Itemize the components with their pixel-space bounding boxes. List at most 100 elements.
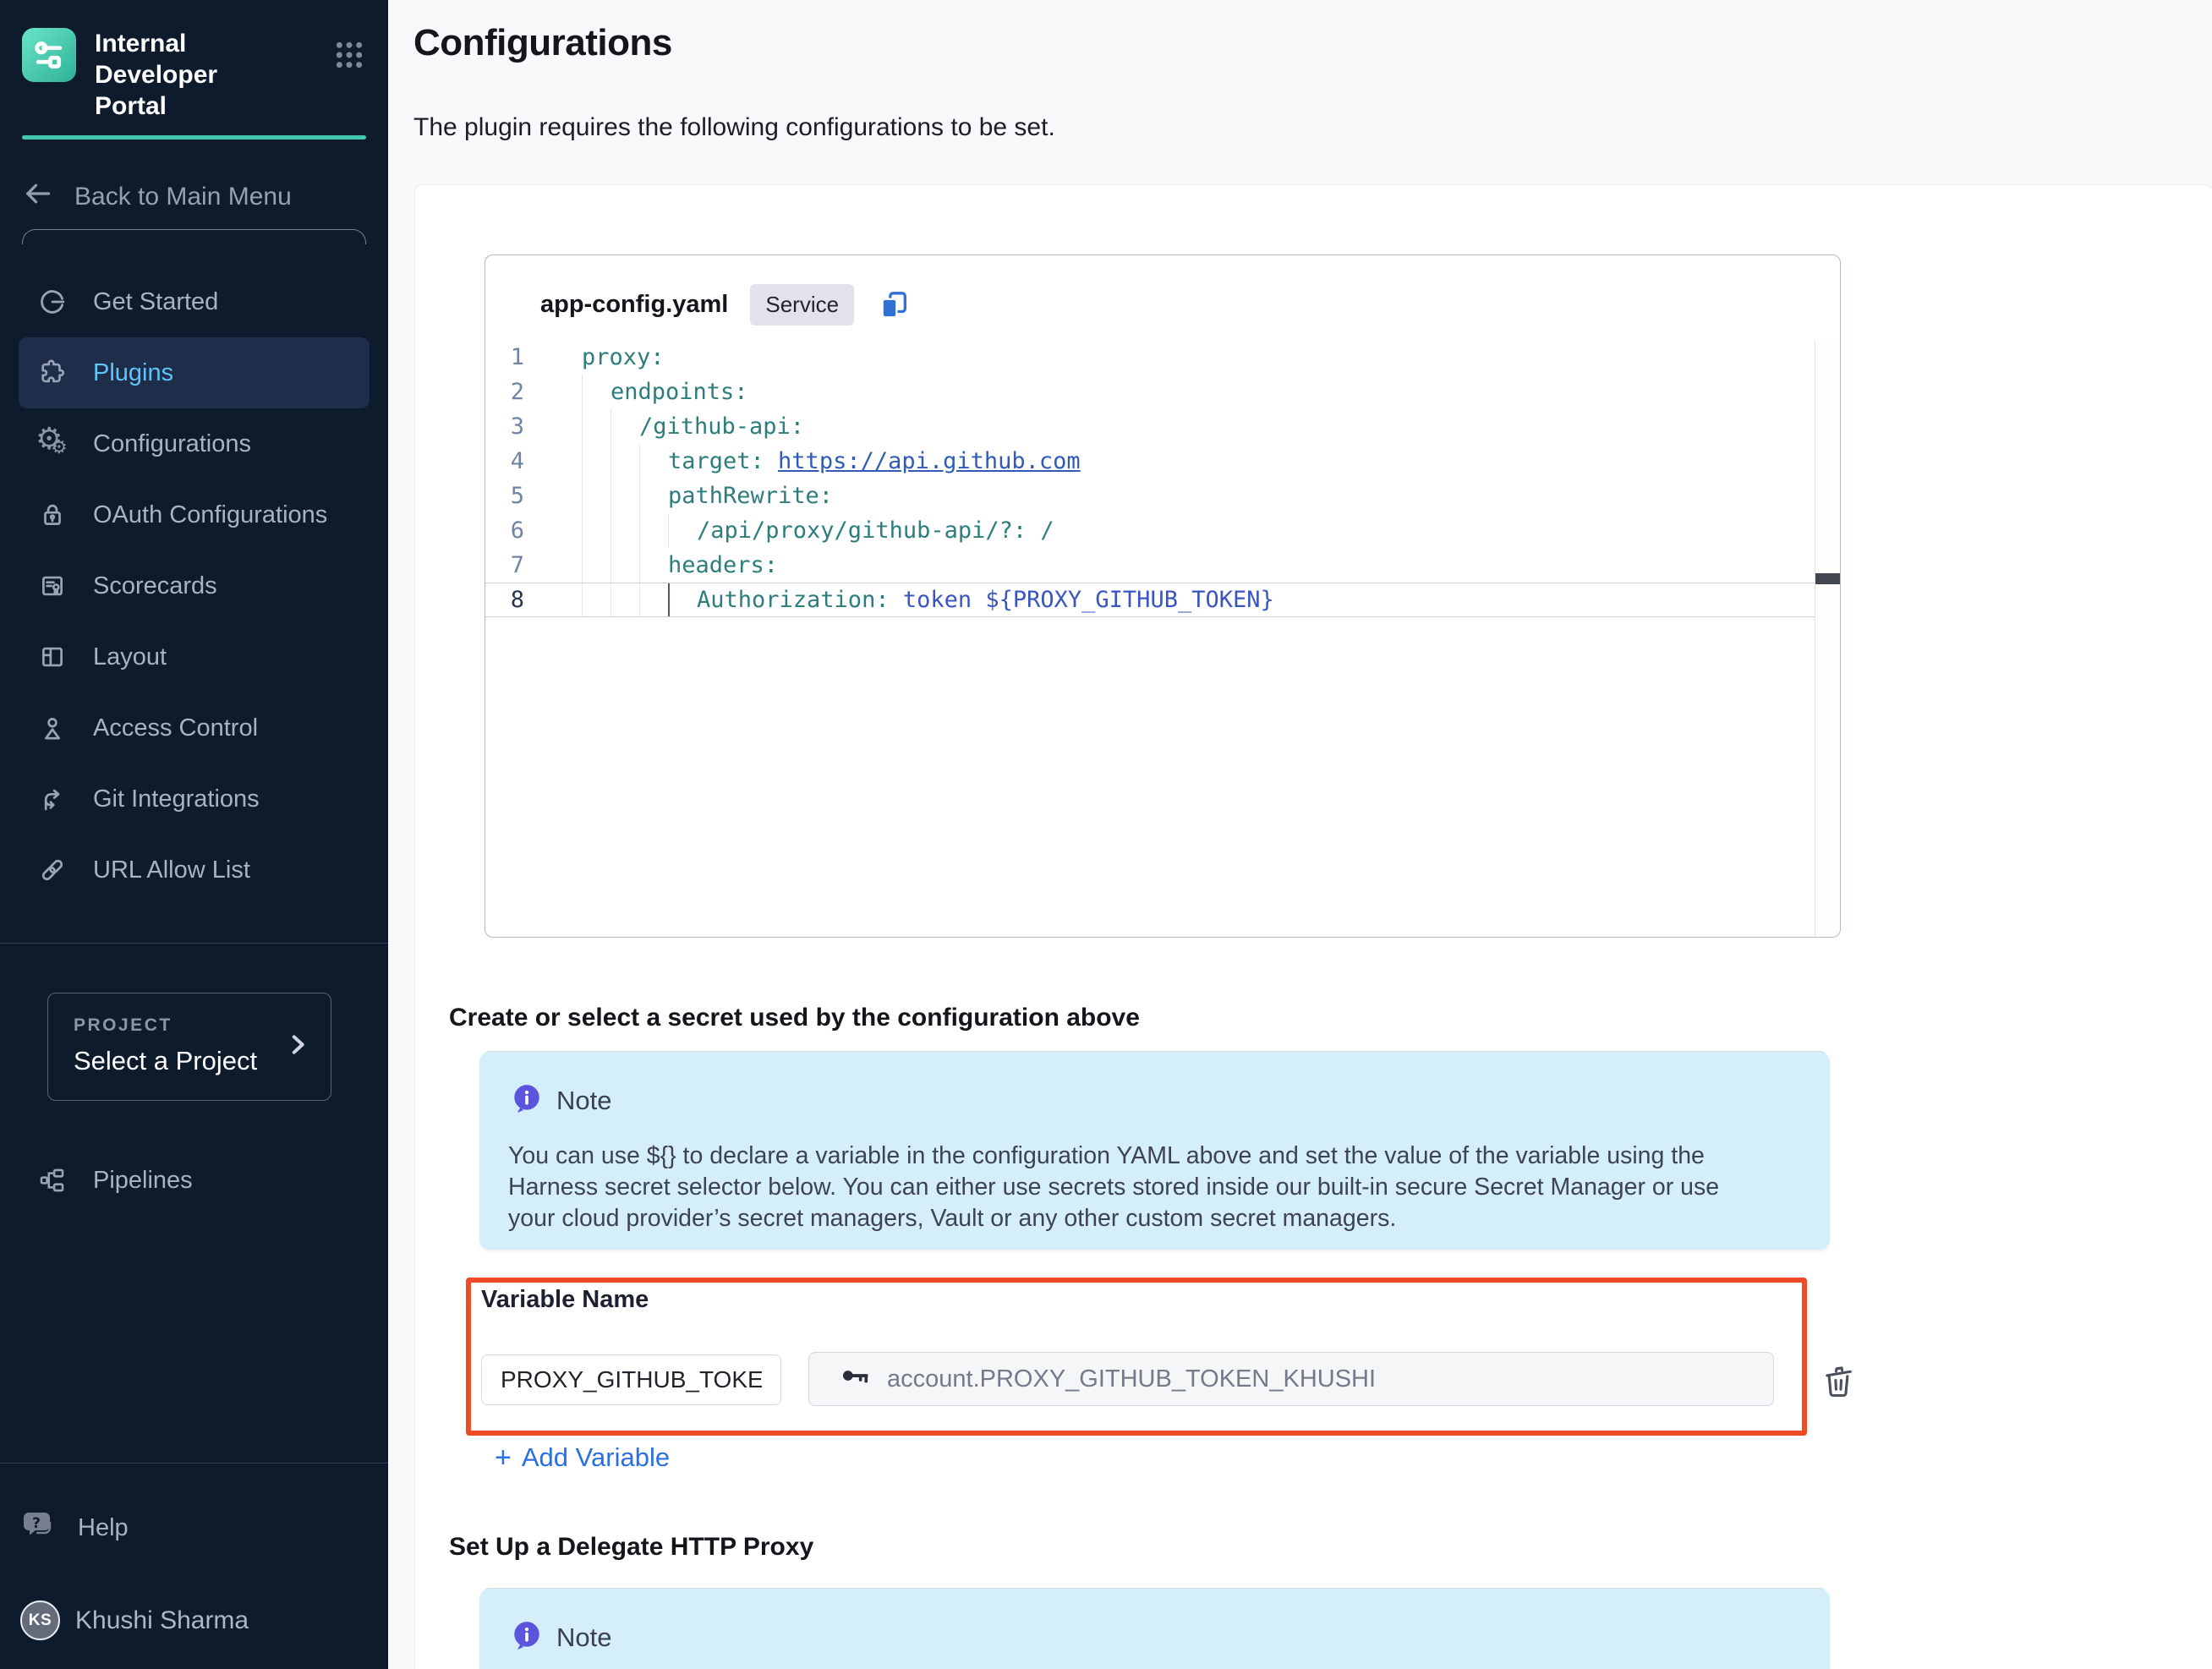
sidebar-item-plugins[interactable]: Plugins [19,337,370,408]
configurations-card: app-config.yaml Service 1 proxy: 2 endpoint… [414,184,2212,1669]
variable-name-input[interactable] [481,1354,781,1405]
line-number: 7 [485,548,538,583]
code-line[interactable]: 8Authorization: token ${PROXY_GITHUB_TOK… [485,583,1815,617]
code-line[interactable]: 2 endpoints: [485,375,1815,409]
sidebar-item-pipelines[interactable]: Pipelines [19,1145,370,1216]
indent-guide [582,409,610,444]
sidebar-item-scorecards[interactable]: Scorecards [19,550,370,621]
code-token: token ${PROXY_GITHUB_TOKEN} [903,583,1274,616]
back-to-main-menu[interactable]: Back to Main Menu [22,178,366,216]
sidebar-item-label: Plugins [93,359,173,387]
git-branch-icon [37,784,68,814]
code-token: headers: [668,548,778,583]
note-header: Note [479,1589,1830,1655]
secret-selector[interactable]: account.PROXY_GITHUB_TOKEN_KHUSHI [808,1352,1774,1406]
line-number: 1 [485,340,538,375]
code-line[interactable]: 3/github-api: [485,409,1815,444]
back-label: Back to Main Menu [74,183,292,211]
app-grid-icon[interactable] [332,38,366,76]
code-line[interactable]: 7 headers: [485,548,1815,583]
arrow-left-icon [22,178,52,216]
sidebar-item-access-control[interactable]: Access Control [19,692,370,763]
sidebar-item-label: URL Allow List [93,856,250,884]
get-started-icon [37,287,68,317]
sidebar-item-configurations[interactable]: ⚙⚙ Configurations [19,408,370,479]
line-number: 3 [485,409,538,444]
puzzle-icon [37,358,68,388]
line-content: Authorization: token ${PROXY_GITHUB_TOKE… [538,583,1274,616]
indent-guide [610,548,639,583]
indent-guide [639,444,668,479]
editor-scrollbar[interactable] [1815,340,1840,936]
sidebar-item-label: Get Started [93,288,218,316]
sidebar-item-label: Pipelines [93,1167,193,1195]
line-content: pathRewrite: [538,479,833,513]
sidebar-item-url-allow-list[interactable]: URL Allow List [19,834,370,906]
variable-name-label: Variable Name [481,1286,649,1314]
idp-logo [22,28,76,82]
code-token: endpoints: [610,375,748,409]
page-subtitle: The plugin requires the following config… [413,113,2212,142]
line-content: endpoints: [538,375,748,409]
add-variable-button[interactable]: + Add Variable [495,1442,670,1473]
sidebar-item-get-started[interactable]: Get Started [19,266,370,337]
delegate-proxy-heading: Set Up a Delegate HTTP Proxy [449,1533,813,1562]
sidebar-item-label: Layout [93,643,167,671]
user-menu[interactable]: KS Khushi Sharma [20,1601,366,1640]
user-name: Khushi Sharma [75,1606,249,1635]
variable-section-highlight: Variable Name account.PROXY_GITHUB_TOKEN… [466,1278,1807,1436]
menu-divider [22,229,366,244]
trash-icon[interactable] [1819,1362,1858,1401]
app-window: Internal Developer Portal Back to Main M… [0,0,2212,1669]
secret-value: account.PROXY_GITHUB_TOKEN_KHUSHI [887,1365,1376,1393]
scorecard-icon [37,571,68,601]
project-value: Select a Project [74,1046,305,1076]
sidebar-item-label: Access Control [93,714,258,742]
scrollbar-cursor-marker[interactable] [1815,573,1840,584]
code-line[interactable]: 5pathRewrite: [485,479,1815,513]
line-content: headers: [538,548,778,583]
code-line[interactable]: 4target: https://api.github.com [485,444,1815,479]
line-content: /api/proxy/github-api/?: / [538,513,1054,548]
layout-icon [37,642,68,672]
secret-section-heading: Create or select a secret used by the co… [449,1004,1140,1032]
code-lines[interactable]: 1 proxy: 2 endpoints:3/github-api:4target: … [485,340,1815,937]
code-line[interactable]: 1 proxy: [485,340,1815,375]
lock-icon [37,500,68,530]
note-title: Note [556,1622,611,1653]
chevron-right-icon [283,1031,312,1064]
indent-guide [639,548,668,583]
indent-guide [582,444,610,479]
editor-filename: app-config.yaml [540,291,728,319]
indent-guide [639,583,668,616]
sidebar-menu: Get Started Plugins ⚙⚙ Configurations [0,266,388,906]
sidebar-item-oauth-configurations[interactable]: OAuth Configurations [19,479,370,550]
indent-guide [582,375,610,409]
sidebar-item-layout[interactable]: Layout [19,621,370,692]
yaml-editor[interactable]: app-config.yaml Service 1 proxy: 2 endpoint… [485,254,1841,938]
main-content: Configurations The plugin requires the f… [388,0,2212,1669]
code-token: Authorization: [697,583,903,616]
link-icon [37,855,68,885]
pipelines-icon [37,1165,68,1196]
note-header: Note [479,1052,1830,1119]
project-selector[interactable]: PROJECT Select a Project [47,993,331,1101]
indent-guide [610,583,639,616]
indent-guide [610,444,639,479]
help-chat-icon: ? [22,1508,56,1548]
line-number: 2 [485,375,538,409]
sidebar-item-label: OAuth Configurations [93,501,327,529]
sidebar-item-git-integrations[interactable]: Git Integrations [19,763,370,834]
line-content: target: https://api.github.com [538,444,1081,479]
code-token: proxy: [582,340,665,375]
help-label: Help [78,1514,129,1542]
editor-header: app-config.yaml Service [485,255,1840,326]
code-line[interactable]: 6/api/proxy/github-api/?: / [485,513,1815,548]
indent-guide [610,513,639,548]
help-button[interactable]: ? Help [22,1508,366,1548]
note-title: Note [556,1086,611,1116]
copy-icon[interactable] [876,287,912,323]
indent-guide [582,479,610,513]
avatar: KS [20,1601,60,1640]
indent-guide [668,583,697,616]
